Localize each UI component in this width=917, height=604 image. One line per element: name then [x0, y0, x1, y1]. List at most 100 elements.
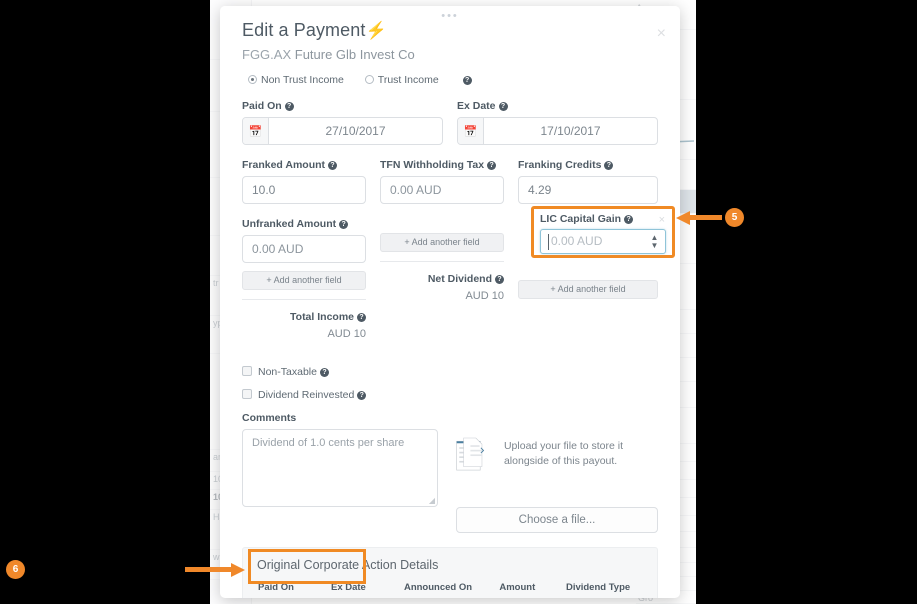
ex-date-input[interactable]: 📅 17/10/2017 — [457, 117, 658, 145]
paid-on-label-text: Paid On — [242, 100, 282, 112]
ex-date-label-text: Ex Date — [457, 100, 496, 112]
lic-capital-gain-label-text: LIC Capital Gain — [540, 213, 622, 225]
security-subtitle: FGG.AX Future Glb Invest Co — [242, 47, 658, 62]
cell-paid-on: 27 Oct 2017 — [257, 597, 330, 598]
middle-column: + Add another field Net Dividend? AUD 10 — [380, 218, 504, 340]
net-dividend-label-text: Net Dividend — [427, 273, 492, 285]
lic-capital-gain-placeholder: 0.00 AUD — [551, 234, 603, 248]
lic-capital-gain-field[interactable]: × LIC Capital Gain? 0.00 AUD ▲ ▼ — [531, 206, 675, 258]
comments-column: Dividend of 1.0 cents per share ◢ — [242, 429, 438, 533]
help-icon-tfn[interactable]: ? — [487, 161, 497, 170]
date-row: Paid On? 📅 27/10/2017 Ex Date? 📅 17/10/2… — [242, 100, 658, 145]
add-another-field-button-unfranked[interactable]: + Add another field — [242, 271, 366, 290]
lic-capital-gain-label: LIC Capital Gain? — [540, 213, 666, 225]
help-icon-franking-credits[interactable]: ? — [604, 161, 614, 170]
col-announced-on: Announced On — [403, 582, 473, 593]
radio-trust-income-label: Trust Income — [377, 74, 439, 86]
annotation-badge-6: 6 — [6, 560, 25, 579]
annotation-arrowhead-5 — [676, 211, 690, 225]
col-amount: Amount — [499, 582, 536, 593]
col-dividend-type: Dividend Type — [565, 582, 631, 593]
help-icon-net-dividend[interactable]: ? — [495, 275, 504, 284]
tfn-withholding-tax-label: TFN Withholding Tax? — [380, 159, 504, 171]
text-caret — [548, 234, 549, 250]
franked-amount-label: Franked Amount? — [242, 159, 366, 171]
comments-label: Comments — [242, 412, 297, 424]
calendar-icon[interactable]: 📅 — [243, 118, 269, 144]
checkbox-icon[interactable] — [242, 366, 252, 376]
unfranked-amount-label-text: Unfranked Amount — [242, 218, 337, 230]
unfranked-amount-group: Unfranked Amount? 0.00 AUD + Add another… — [242, 218, 366, 340]
tfn-withholding-tax-group: TFN Withholding Tax? 0.00 AUD — [380, 159, 504, 204]
paid-on-input[interactable]: 📅 27/10/2017 — [242, 117, 443, 145]
net-dividend-summary: Net Dividend? AUD 10 — [380, 273, 504, 302]
dividend-reinvested-label: Dividend Reinvested — [258, 389, 355, 401]
col-paid-on: Paid On — [258, 582, 294, 593]
resize-grip-icon[interactable]: ◢ — [429, 496, 435, 505]
number-stepper-icon[interactable]: ▲ ▼ — [650, 234, 659, 250]
comments-and-upload-area: Dividend of 1.0 cents per share ◢ Upload… — [242, 429, 658, 533]
ex-date-value: 17/10/2017 — [540, 124, 601, 138]
tfn-withholding-tax-label-text: TFN Withholding Tax — [380, 159, 485, 171]
add-another-field-button-lic[interactable]: + Add another field — [518, 280, 658, 299]
page-title: Edit a Payment⚡ — [242, 20, 658, 41]
ticker-symbol: FGG.AX — [242, 47, 292, 62]
radio-button-icon — [364, 75, 374, 84]
unfranked-amount-input[interactable]: 0.00 AUD — [242, 235, 366, 263]
bg-fragment: tr — [213, 278, 219, 288]
franked-amount-input[interactable]: 10.0 — [242, 176, 366, 204]
help-icon-total-income[interactable]: ? — [357, 313, 366, 322]
total-income-summary: Total Income? AUD 10 — [242, 311, 366, 340]
choose-file-button[interactable]: Choose a file... — [456, 507, 658, 533]
annotation-arrow-6 — [185, 567, 233, 572]
help-icon-dividend-reinvested[interactable]: ? — [357, 391, 367, 400]
help-icon-non-taxable[interactable]: ? — [319, 368, 329, 377]
annotation-arrowhead-6 — [231, 563, 245, 577]
comments-textarea[interactable]: Dividend of 1.0 cents per share ◢ — [242, 429, 438, 507]
amounts-row-1: Franked Amount? 10.0 TFN Withholding Tax… — [242, 159, 658, 204]
help-icon-unfranked-amount[interactable]: ? — [339, 220, 349, 229]
total-income-value: AUD 10 — [327, 328, 366, 340]
divider — [380, 261, 504, 262]
lightning-bolt-icon: ⚡ — [365, 21, 387, 40]
paid-on-value: 27/10/2017 — [325, 124, 386, 138]
help-icon-paid-on[interactable]: ? — [284, 102, 294, 111]
annotation-arrow-5 — [690, 215, 722, 220]
calendar-icon[interactable]: 📅 — [458, 118, 484, 144]
franking-credits-input[interactable]: 4.29 — [518, 176, 658, 204]
lic-capital-gain-input[interactable]: 0.00 AUD ▲ ▼ — [540, 229, 666, 254]
non-taxable-label: Non-Taxable — [258, 366, 317, 378]
documents-icon — [456, 437, 485, 471]
help-icon-lic-capital-gain[interactable]: ? — [624, 215, 634, 224]
non-taxable-checkbox-row[interactable]: Non-Taxable? — [242, 366, 658, 378]
income-type-radio-group: Non Trust Income Trust Income ? — [248, 74, 658, 86]
radio-button-selected-icon — [248, 75, 257, 84]
tfn-withholding-tax-input[interactable]: 0.00 AUD — [380, 176, 504, 204]
help-icon-income-type[interactable]: ? — [462, 76, 472, 85]
original-ca-title: Original Corporate Action Details — [257, 558, 439, 572]
add-another-field-button-tfn[interactable]: + Add another field — [380, 233, 504, 252]
table-row: 27 Oct 2017 17 Oct 2017 24 Oct 2017 1.00… — [257, 597, 643, 598]
franked-amount-label-text: Franked Amount — [242, 159, 326, 171]
close-icon[interactable]: × — [657, 26, 666, 42]
radio-trust-income[interactable]: Trust Income — [364, 74, 442, 86]
comments-placeholder: Dividend of 1.0 cents per share — [252, 437, 405, 449]
upload-instructions: Upload your file to store it alongside o… — [503, 440, 624, 467]
franking-credits-label: Franking Credits? — [518, 159, 658, 171]
remove-field-icon[interactable]: × — [659, 214, 665, 226]
checkbox-icon[interactable] — [242, 389, 252, 399]
dividend-reinvested-checkbox-row[interactable]: Dividend Reinvested? — [242, 389, 658, 401]
unfranked-amount-label: Unfranked Amount? — [242, 218, 366, 230]
original-corporate-action-panel: Original Corporate Action Details Paid O… — [242, 547, 658, 598]
paid-on-group: Paid On? 📅 27/10/2017 — [242, 100, 443, 145]
annotation-badge-5: 5 — [725, 208, 744, 227]
company-name: Future Glb Invest Co — [294, 47, 415, 62]
help-icon-ex-date[interactable]: ? — [498, 102, 508, 111]
help-icon-franked-amount[interactable]: ? — [328, 161, 338, 170]
franking-credits-label-text: Franking Credits — [518, 159, 602, 171]
radio-non-trust-income-label: Non Trust Income — [261, 74, 344, 86]
original-ca-table: Paid On Ex Date Announced On Amount Divi… — [257, 581, 643, 598]
radio-non-trust-income[interactable]: Non Trust Income — [248, 74, 347, 86]
cell-ex-date: 17 Oct 2017 — [330, 597, 403, 598]
net-dividend-value: AUD 10 — [465, 290, 504, 302]
